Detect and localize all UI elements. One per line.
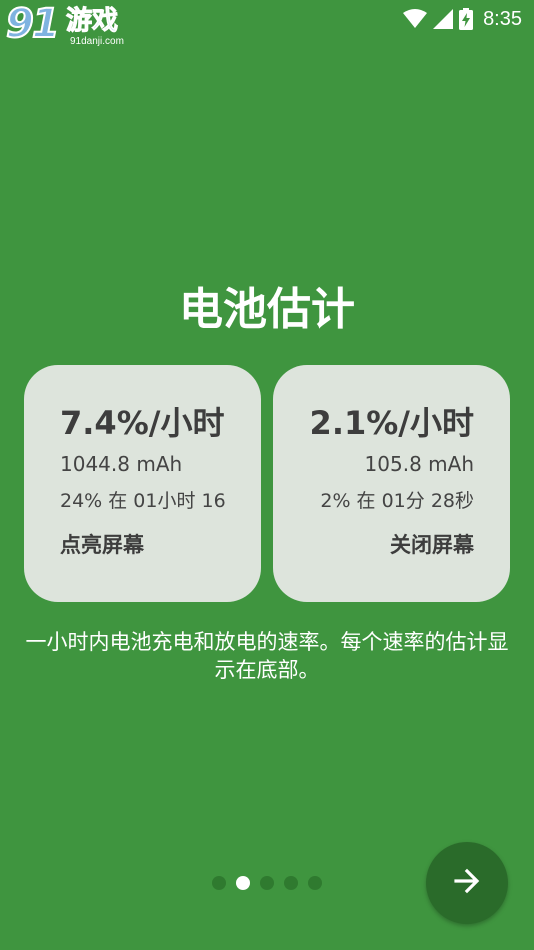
description-text: 一小时内电池充电和放电的速率。每个速率的估计显示在底部。	[25, 630, 509, 682]
screen-on-card: 7.4%/小时 1044.8 mAh 24% 在 01小时 16 点亮屏幕	[24, 365, 261, 602]
arrow-right-icon	[453, 867, 481, 899]
screen-off-mah: 105.8 mAh	[364, 452, 474, 476]
screen-off-detail: 2% 在 01分 28秒	[320, 490, 474, 512]
page-dot-1[interactable]	[212, 876, 226, 890]
clock: 8:35	[483, 7, 522, 30]
page-dot-5[interactable]	[308, 876, 322, 890]
watermark-logo: 91 游戏 91danji.com	[4, 1, 136, 52]
screen-on-detail: 24% 在 01小时 16	[60, 490, 226, 512]
battery-charging-icon	[459, 8, 474, 30]
watermark-domain: 91danji.com	[70, 36, 124, 47]
screen-on-label: 点亮屏幕	[60, 533, 144, 557]
signal-icon	[433, 9, 454, 29]
page-indicator	[212, 876, 322, 890]
watermark-number: 91	[5, 1, 61, 47]
page-dot-4[interactable]	[284, 876, 298, 890]
wifi-icon	[403, 9, 428, 29]
status-icons: 8:35	[403, 6, 522, 32]
page-dot-2[interactable]	[236, 876, 250, 890]
next-button[interactable]	[426, 842, 508, 924]
status-bar: 91 游戏 91danji.com 8:35	[0, 0, 534, 47]
page-dot-3[interactable]	[260, 876, 274, 890]
screen-on-rate: 7.4%/小时	[60, 404, 225, 442]
screen-off-card: 2.1%/小时 105.8 mAh 2% 在 01分 28秒 关闭屏幕	[273, 365, 510, 602]
screen-off-rate: 2.1%/小时	[309, 404, 474, 442]
watermark-text: 游戏	[65, 6, 119, 37]
screen-on-mah: 1044.8 mAh	[60, 452, 183, 476]
screen-off-label: 关闭屏幕	[390, 533, 474, 557]
page-title: 电池估计	[179, 284, 355, 335]
